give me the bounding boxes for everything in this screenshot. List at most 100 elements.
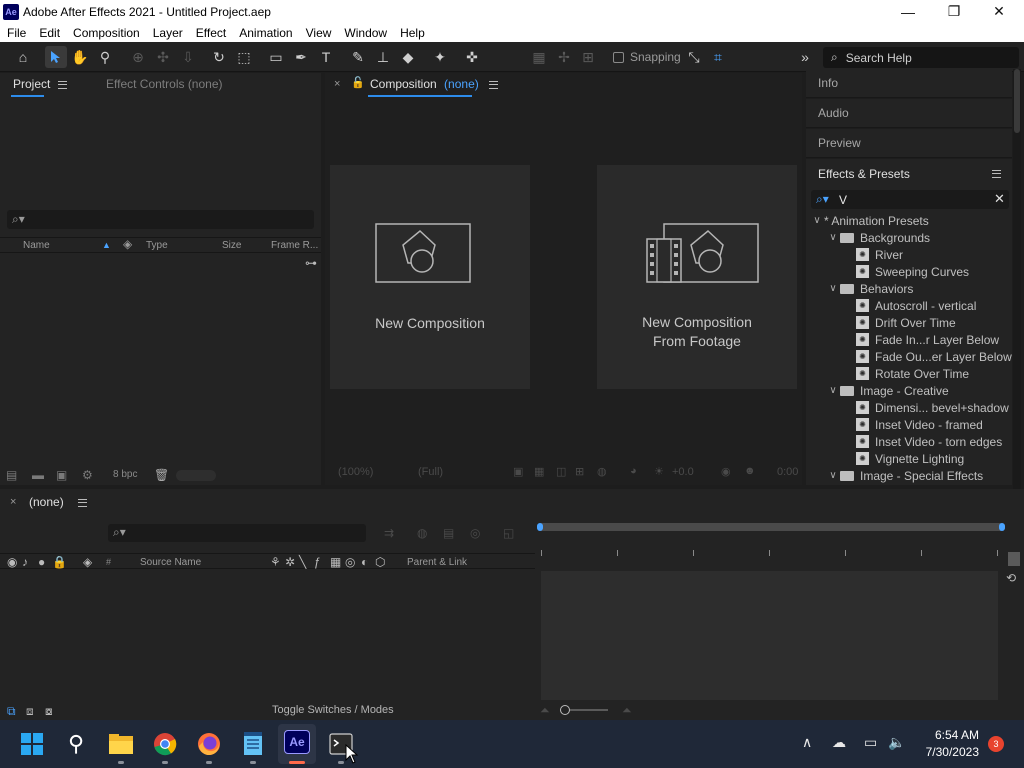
expand-chevron-icon[interactable]: ∨	[826, 470, 840, 481]
lock-icon[interactable]: 🔓	[351, 76, 365, 89]
effects-tree-preset[interactable]: ✺ Rotate Over Time	[806, 365, 1012, 382]
menu-layer[interactable]: Layer	[146, 26, 189, 40]
work-area-start-handle[interactable]	[537, 523, 543, 531]
menu-effect[interactable]: Effect	[189, 26, 232, 40]
transparency-grid-icon[interactable]: ▦	[534, 465, 544, 478]
quality-switch-icon[interactable]: ╲	[299, 555, 306, 569]
project-search-input[interactable]: ⌕▾	[7, 210, 314, 229]
resolution-dropdown[interactable]: (Full)	[418, 466, 443, 478]
expand-chevron-icon[interactable]: ∨	[810, 215, 824, 226]
zoom-in-icon[interactable]: ⏶	[622, 703, 632, 718]
color-management-icon[interactable]: ◕	[630, 465, 637, 477]
column-type[interactable]: Type	[146, 240, 168, 251]
effects-tree-preset[interactable]: ✺ Dimensi... bevel+shadow	[806, 399, 1012, 416]
work-area-bar[interactable]	[537, 523, 1005, 531]
zoom-tool-icon[interactable]: ⚲	[94, 46, 116, 68]
tab-project[interactable]: Project	[13, 77, 68, 91]
close-tab-icon[interactable]: ×	[334, 78, 340, 90]
dolly-camera-icon[interactable]: ⇩	[177, 46, 199, 68]
clock-date[interactable]: 7/30/2023	[915, 745, 979, 759]
column-source-name[interactable]: Source Name	[140, 557, 201, 568]
puppet-pin-icon[interactable]: ✜	[461, 46, 483, 68]
show-channel-icon[interactable]: ◍	[597, 465, 607, 478]
after-effects-taskbar-button[interactable]: Ae	[278, 724, 316, 764]
selection-tool-icon[interactable]	[45, 46, 67, 68]
zoom-slider-knob[interactable]	[560, 705, 570, 715]
notepad-icon[interactable]	[239, 730, 267, 758]
brush-tool-icon[interactable]: ✎	[347, 46, 369, 68]
menu-file[interactable]: File	[0, 26, 32, 40]
frame-blend-switch-icon[interactable]: ▦	[330, 555, 341, 569]
volume-icon[interactable]: 🔈	[888, 734, 905, 751]
rotation-tool-icon[interactable]: ↻	[208, 46, 230, 68]
adjustment-layer-icon[interactable]: ◐	[361, 555, 368, 569]
firefox-icon[interactable]	[195, 730, 223, 758]
effects-tree-preset[interactable]: ✺ River	[806, 246, 1012, 263]
effects-tree-folder[interactable]: ∨ Image - Creative	[806, 382, 1012, 399]
effects-search-input[interactable]: ⌕▾ V ✕	[811, 190, 1009, 209]
tab-effect-controls[interactable]: Effect Controls (none)	[106, 77, 223, 91]
menu-view[interactable]: View	[299, 26, 338, 40]
new-composition-from-footage-card[interactable]: New Composition From Footage	[597, 165, 797, 389]
notification-badge[interactable]: 3	[988, 736, 1004, 752]
time-ruler[interactable]	[541, 547, 1001, 557]
roto-brush-icon[interactable]: ✦	[429, 46, 451, 68]
tab-composition[interactable]: Composition (none)	[370, 77, 498, 91]
clear-search-icon[interactable]: ✕	[994, 191, 1005, 207]
menu-window[interactable]: Window	[337, 26, 393, 40]
hand-tool-icon[interactable]: ✋	[69, 46, 91, 68]
magnification-dropdown[interactable]: (100%)	[338, 466, 373, 478]
effects-presets-title[interactable]: Effects & Presets	[818, 167, 910, 181]
project-menu-icon[interactable]	[58, 80, 68, 89]
interpret-footage-icon[interactable]: ▤	[6, 468, 17, 482]
world-axis-icon[interactable]: ⊞	[577, 46, 599, 68]
effects-tree-folder[interactable]: ∨ Image - Special Effects	[806, 467, 1012, 484]
effects-tree-preset[interactable]: ✺ Inset Video - torn edges	[806, 433, 1012, 450]
comp-marker-bin-icon[interactable]: ⟲	[1006, 571, 1016, 585]
expand-chevron-icon[interactable]: ∨	[826, 283, 840, 294]
audio-icon[interactable]: ♪	[22, 555, 28, 569]
flowchart-icon[interactable]: ⊶	[305, 256, 317, 270]
network-icon[interactable]: ▭	[864, 734, 877, 751]
collapse-switch-icon[interactable]: ✲	[285, 555, 295, 569]
motion-blur-switch-icon[interactable]: ◎	[345, 555, 355, 569]
pan-camera-icon[interactable]: ✣	[152, 46, 174, 68]
rectangle-tool-icon[interactable]: ▭	[265, 46, 287, 68]
tab-timeline[interactable]: (none)	[29, 495, 87, 509]
menu-edit[interactable]: Edit	[32, 26, 66, 40]
mask-visibility-icon[interactable]: ◫	[556, 465, 566, 478]
timeline-scroll-thumb[interactable]	[1008, 552, 1020, 566]
effects-tree-preset[interactable]: ✺ Fade In...r Layer Below	[806, 331, 1012, 348]
current-time-display[interactable]: 0:00	[777, 466, 798, 478]
search-taskbar-icon[interactable]: ⚲	[62, 730, 90, 758]
audio-panel-header[interactable]: Audio	[806, 99, 1012, 128]
thumbnail-slider[interactable]	[176, 470, 216, 481]
fx-switch-icon[interactable]: ƒ	[314, 555, 321, 569]
solo-icon[interactable]: ●	[38, 555, 45, 569]
home-icon[interactable]: ⌂	[12, 46, 34, 68]
effects-tree-preset[interactable]: ✺ Sweeping Curves	[806, 263, 1012, 280]
show-snapshot-icon[interactable]: ☻	[744, 465, 756, 477]
draft-3d-icon[interactable]: ◍	[417, 526, 427, 540]
snapshot-icon[interactable]: ◉	[721, 465, 731, 478]
zoom-out-icon[interactable]: ⏶	[540, 703, 550, 718]
snapping-checkbox[interactable]	[613, 51, 624, 63]
frame-blending-icon[interactable]: ◎	[470, 526, 480, 540]
show-hidden-icons-chevron[interactable]: ∧	[802, 734, 812, 751]
composition-mini-flowchart-icon[interactable]: ⇉	[384, 526, 394, 540]
clock-time[interactable]: 6:54 AM	[915, 728, 979, 742]
trash-icon[interactable]: 🗑	[154, 468, 169, 482]
effects-tree-preset[interactable]: ✺ Inset Video - framed	[806, 416, 1012, 433]
align-icon[interactable]: ▦	[528, 46, 550, 68]
timeline-track-area[interactable]	[541, 571, 998, 700]
menu-composition[interactable]: Composition	[66, 26, 146, 40]
effects-tree-preset[interactable]: ✺ Vignette Lighting	[806, 450, 1012, 467]
column-layer-number[interactable]: #	[106, 557, 111, 567]
eraser-tool-icon[interactable]: ◆	[397, 46, 419, 68]
region-of-interest-icon[interactable]: ▣	[513, 465, 523, 478]
effects-tree-folder[interactable]: ∨ * Animation Presets	[806, 212, 1012, 229]
exposure-icon[interactable]: ☀	[654, 465, 664, 478]
onedrive-icon[interactable]: ☁	[832, 734, 846, 751]
snapping-toggle[interactable]: Snapping	[613, 50, 681, 64]
right-panel-scrollbar[interactable]	[1013, 69, 1021, 489]
